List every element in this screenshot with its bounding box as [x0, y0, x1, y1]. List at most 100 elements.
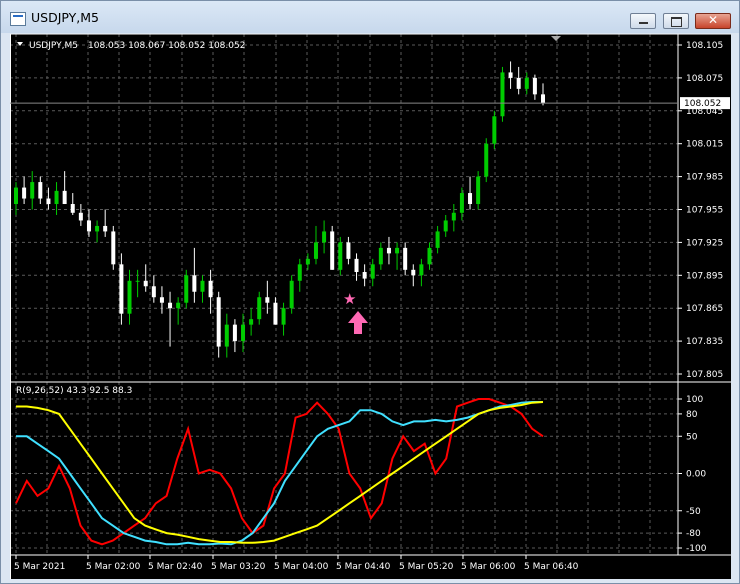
indicator-series-line-0 [15, 398, 544, 546]
candle-body [127, 280, 132, 314]
candle-body [516, 77, 521, 89]
candle-body [289, 280, 294, 309]
candle-body [38, 182, 43, 199]
candle-body [30, 182, 35, 199]
candle-body [46, 198, 51, 205]
indicator-tick-label: 0.00 [686, 470, 706, 480]
title-bar[interactable]: USDJPY,M5 ✕ [1, 1, 739, 33]
candle-body [200, 280, 205, 292]
indicator-series-line-2 [16, 401, 544, 544]
candle-body [435, 231, 440, 248]
minimize-icon [639, 22, 648, 24]
candle-body [419, 264, 424, 276]
candle-body [484, 143, 489, 177]
time-tick-label: 5 Mar 06:00 [461, 562, 516, 572]
candle-body [14, 187, 18, 205]
candle-body [386, 247, 391, 254]
candle-body [330, 231, 335, 270]
chart-shift-marker-icon[interactable] [551, 36, 561, 41]
candle-body [354, 258, 359, 273]
candle-body [159, 297, 164, 303]
ohlc-readout: 108.053 108.067 108.052 108.052 [88, 41, 245, 51]
time-tick-label: 5 Mar 2021 [14, 562, 65, 572]
price-tick-label: 108.075 [686, 74, 723, 84]
chart-window-icon [10, 12, 26, 26]
candle-body [168, 302, 173, 309]
candle-body [249, 319, 254, 325]
maximize-button[interactable] [663, 13, 689, 29]
candle-body [232, 324, 237, 342]
candle-body [143, 280, 148, 287]
indicator-tick-label: -80 [686, 529, 701, 539]
candle-body [468, 193, 473, 205]
candle-body [346, 242, 351, 259]
indicator-header: R(9,26,52) 43.3 92.5 88.3 [16, 386, 132, 396]
candle-body [395, 247, 400, 254]
candle-body [224, 324, 229, 347]
candle-body [192, 275, 197, 292]
price-tick-label: 107.835 [686, 337, 723, 347]
price-tick-label: 108.015 [686, 140, 723, 150]
maximize-icon [671, 17, 682, 27]
candle-body [208, 280, 213, 298]
time-tick-label: 5 Mar 04:00 [274, 562, 329, 572]
price-tick-label: 108.105 [686, 41, 723, 51]
close-icon: ✕ [708, 13, 719, 27]
time-tick-label: 5 Mar 03:20 [211, 562, 266, 572]
candle-body [281, 308, 286, 325]
price-tick-label: 107.895 [686, 271, 723, 281]
candle-body [427, 247, 432, 265]
candle-body [184, 275, 189, 303]
candle-body [78, 212, 83, 221]
candle-body [273, 302, 278, 325]
current-price-label: 108.052 [684, 99, 721, 109]
candle-body [297, 264, 302, 281]
candle-body [95, 225, 100, 232]
candle-body [322, 231, 327, 243]
time-tick-label: 5 Mar 04:40 [336, 562, 391, 572]
candle-body [103, 225, 108, 232]
candle-body [443, 220, 448, 232]
candle-body [338, 242, 343, 270]
time-tick-label: 5 Mar 06:40 [524, 562, 579, 572]
indicator-tick-label: 80 [686, 410, 698, 420]
chart-svg[interactable]: 108.105108.075108.045108.015107.985107.9… [10, 34, 731, 579]
candle-body [265, 297, 270, 303]
close-button[interactable]: ✕ [695, 13, 731, 29]
candle-body [257, 297, 262, 320]
candle-body [305, 258, 310, 265]
price-tick-label: 107.925 [686, 238, 723, 248]
candle-body [532, 77, 537, 95]
price-tick-label: 107.865 [686, 304, 723, 314]
minimize-button[interactable] [630, 13, 656, 29]
price-tick-label: 107.985 [686, 173, 723, 183]
indicator-tick-label: 50 [686, 432, 698, 442]
price-tick-label: 107.955 [686, 206, 723, 216]
time-tick-label: 5 Mar 02:40 [148, 562, 203, 572]
candle-body [241, 324, 246, 342]
candle-body [492, 116, 497, 144]
time-tick-label: 5 Mar 02:00 [86, 562, 141, 572]
candle-body [111, 231, 116, 265]
symbol-header: USDJPY,M5 [29, 41, 78, 51]
indicator-tick-label: 100 [686, 395, 703, 405]
terminal-window: USDJPY,M5 ✕ 108.105 108.075 108.045 108.015… [0, 0, 740, 584]
candle-body [451, 212, 456, 221]
candle-body [216, 297, 221, 347]
candle-body [70, 204, 75, 213]
candle-body [176, 302, 181, 309]
indicator-tick-label: -100 [686, 544, 707, 554]
candle-body [86, 220, 91, 232]
pink-star-icon: ★ [343, 290, 356, 308]
candle-body [459, 193, 464, 213]
candle-body [508, 72, 513, 78]
candle-body [476, 176, 481, 205]
candle-body [370, 264, 375, 279]
candle-body [62, 190, 67, 205]
chart-area[interactable]: 108.105 108.075 108.045 108.015 107.985 107.9… [10, 34, 731, 579]
indicator-tick-label: -50 [686, 507, 701, 517]
candle-body [378, 247, 383, 265]
candle-body [524, 77, 529, 89]
candle-body [541, 94, 545, 104]
candle-body [22, 187, 27, 199]
